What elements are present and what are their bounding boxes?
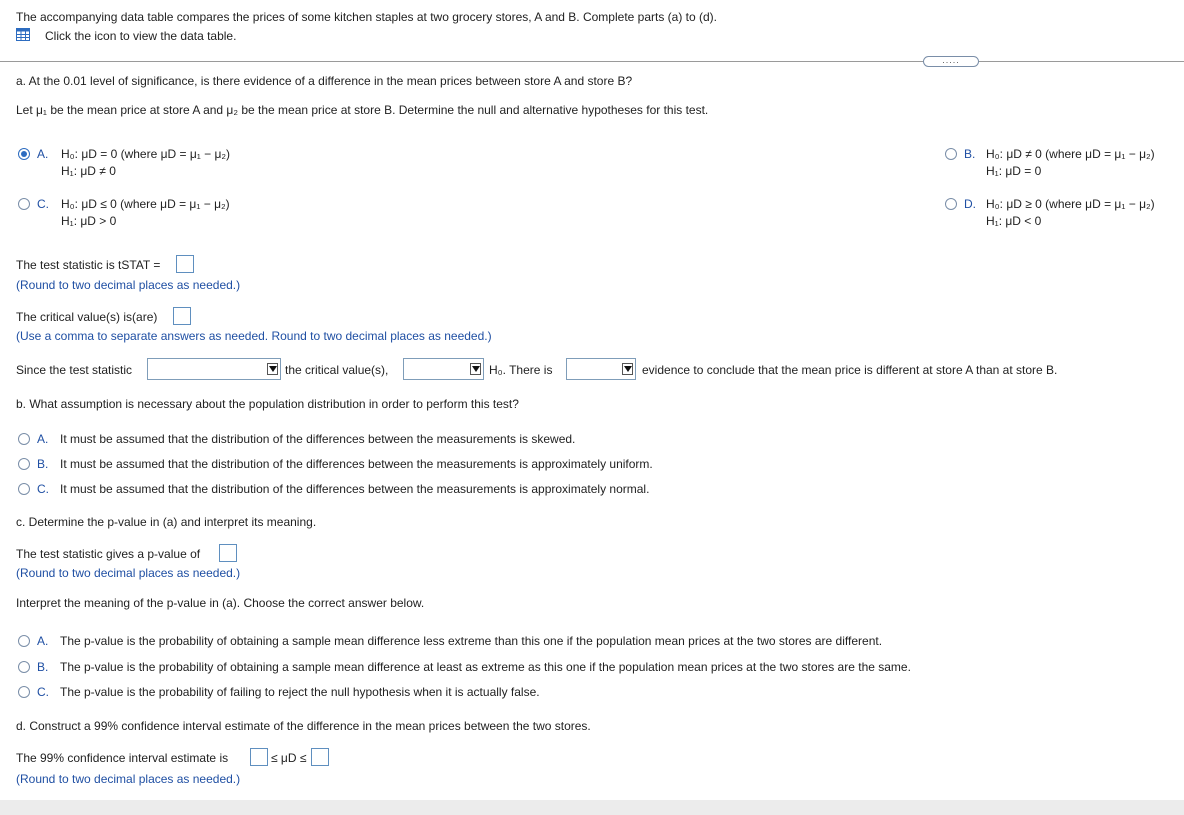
part-a-option-c-h1: H₁: μD > 0 [61,214,117,228]
section-divider [0,61,1184,62]
data-table-icon[interactable] [16,28,30,41]
critical-hint: (Use a comma to separate answers as need… [16,329,492,343]
part-a-option-c-letter: C. [37,197,49,211]
part-c-option-c-radio[interactable] [18,686,30,698]
ci-hint: (Round to two decimal places as needed.) [16,772,241,786]
tstat-input[interactable] [176,255,194,273]
part-b-option-c-radio[interactable] [18,483,30,495]
expand-more-button[interactable]: ..... [923,56,979,67]
part-b-option-a-text: It must be assumed that the distribution… [60,432,576,446]
part-c-option-a-text: The p-value is the probability of obtain… [60,634,883,648]
ci-lower-input[interactable] [250,748,268,766]
part-a-option-d-letter: D. [964,197,976,211]
test-statistic-comparison-dropdown[interactable] [147,358,281,380]
part-a-option-b-h1: H₁: μD = 0 [986,164,1042,178]
reject-decision-dropdown[interactable] [403,358,484,380]
pvalue-input[interactable] [219,544,237,562]
part-c-question: c. Determine the p-value in (a) and inte… [16,515,317,529]
chevron-down-icon [470,363,481,375]
part-b-question: b. What assumption is necessary about th… [16,397,519,411]
part-c-option-b-text: The p-value is the probability of obtain… [60,660,911,674]
chevron-down-icon [267,363,278,375]
part-b-option-b-letter: B. [37,457,49,471]
part-a-option-d-h0: H₀: μD ≥ 0 (where μD = μ₁ − μ₂) [986,197,1155,211]
part-c-option-b-letter: B. [37,660,49,674]
evidence-dropdown[interactable] [566,358,636,380]
since-text-4: evidence to conclude that the mean price… [642,363,1058,377]
part-b-option-a-letter: A. [37,432,49,446]
part-a-option-b-radio[interactable] [945,148,957,160]
part-b-option-c-text: It must be assumed that the distribution… [60,482,650,496]
chevron-down-icon [622,363,633,375]
view-data-table-link[interactable]: Click the icon to view the data table. [45,29,236,43]
part-c-option-c-text: The p-value is the probability of failin… [60,685,540,699]
part-c-option-a-letter: A. [37,634,49,648]
ci-upper-input[interactable] [311,748,329,766]
since-text-3: H₀. There is [489,363,553,377]
critical-label: The critical value(s) is(are) [16,310,158,324]
ci-label: The 99% confidence interval estimate is [16,751,229,765]
part-b-option-b-radio[interactable] [18,458,30,470]
part-a-option-a-h0: H₀: μD = 0 (where μD = μ₁ − μ₂) [61,147,231,161]
ci-middle-text: ≤ μD ≤ [271,751,307,765]
part-a-option-b-h0: H₀: μD ≠ 0 (where μD = μ₁ − μ₂) [986,147,1155,161]
part-c-option-a-radio[interactable] [18,635,30,647]
part-a-option-a-radio[interactable] [18,148,30,160]
part-a-let-text: Let μ₁ be the mean price at store A and … [16,103,709,117]
part-b-option-a-radio[interactable] [18,433,30,445]
pvalue-label: The test statistic gives a p-value of [16,547,201,561]
since-text-2: the critical value(s), [285,363,389,377]
tstat-hint: (Round to two decimal places as needed.) [16,278,241,292]
interpret-instruction: Interpret the meaning of the p-value in … [16,596,425,610]
part-d-question: d. Construct a 99% confidence interval e… [16,719,591,733]
part-b-option-c-letter: C. [37,482,49,496]
part-c-option-b-radio[interactable] [18,661,30,673]
part-a-option-a-h1: H₁: μD ≠ 0 [61,164,116,178]
part-a-option-c-h0: H₀: μD ≤ 0 (where μD = μ₁ − μ₂) [61,197,230,211]
footer-bar [0,800,1184,815]
part-b-option-b-text: It must be assumed that the distribution… [60,457,653,471]
part-a-question: a. At the 0.01 level of significance, is… [16,74,633,88]
since-text-1: Since the test statistic [16,363,133,377]
part-a-option-b-letter: B. [964,147,976,161]
critical-value-input[interactable] [173,307,191,325]
pvalue-hint: (Round to two decimal places as needed.) [16,566,241,580]
part-a-option-c-radio[interactable] [18,198,30,210]
part-a-option-d-radio[interactable] [945,198,957,210]
part-c-option-c-letter: C. [37,685,49,699]
problem-intro: The accompanying data table compares the… [16,10,718,24]
tstat-label: The test statistic is tSTAT = [16,258,161,272]
part-a-option-a-letter: A. [37,147,49,161]
part-a-option-d-h1: H₁: μD < 0 [986,214,1042,228]
